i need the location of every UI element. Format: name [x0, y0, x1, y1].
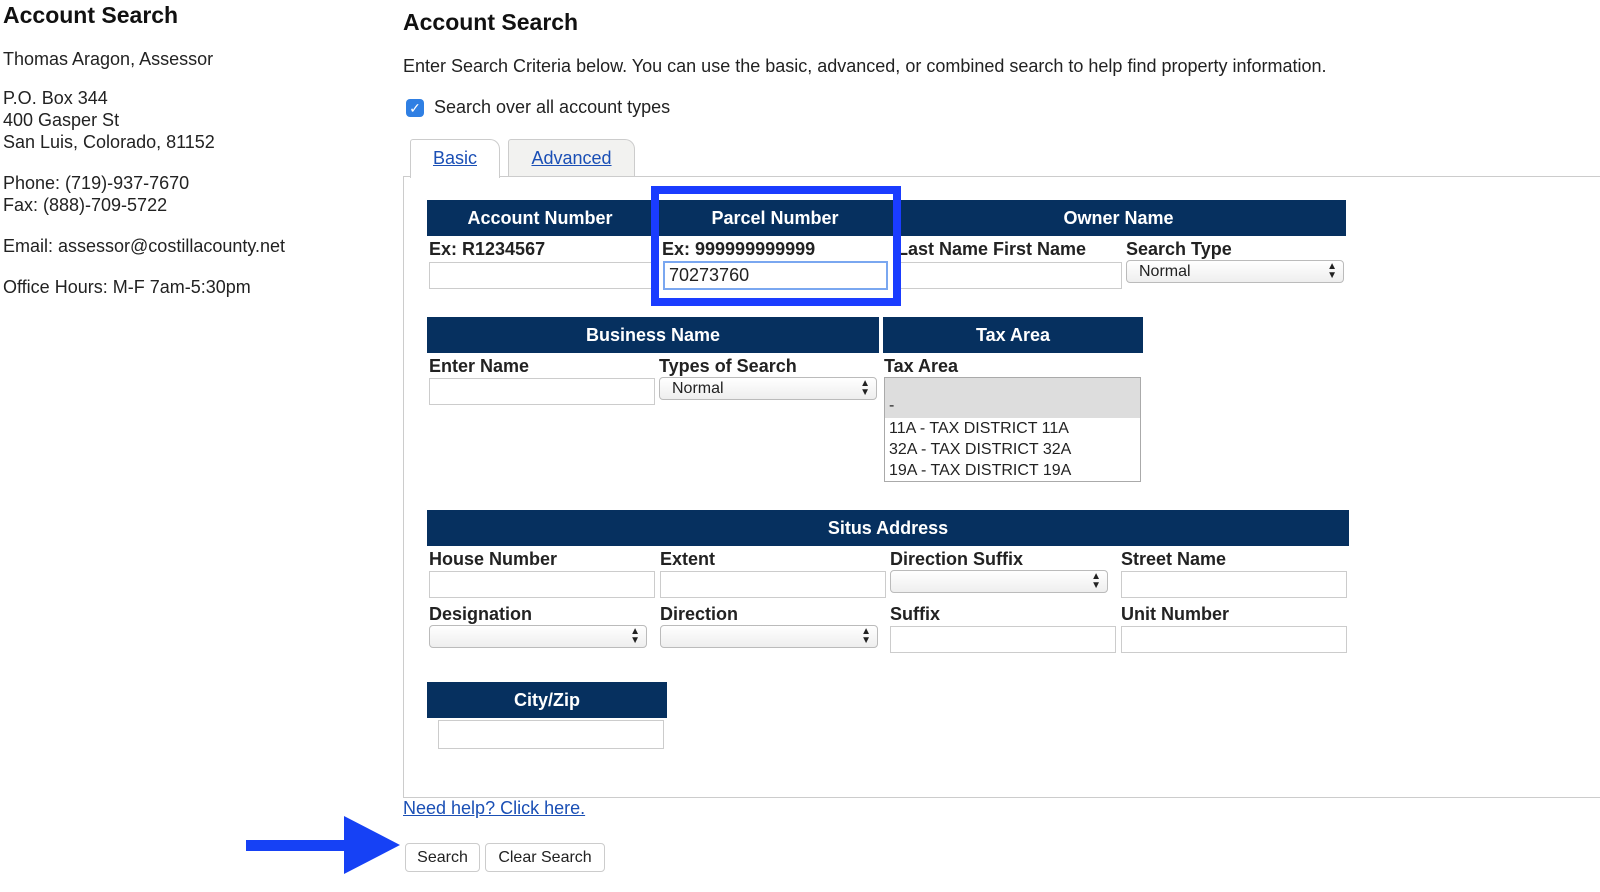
city-zip-input[interactable] — [438, 720, 664, 749]
business-name-input[interactable] — [429, 378, 655, 405]
address-line: San Luis, Colorado, 81152 — [3, 132, 215, 152]
intro-text: Enter Search Criteria below. You can use… — [403, 56, 1327, 76]
account-example: Ex: R1234567 — [429, 239, 546, 259]
email: Email: assessor@costillacounty.net — [3, 236, 286, 256]
chevron-updown-icon: ▲ ▼ — [1091, 571, 1101, 591]
business-name-header: Business Name — [427, 317, 879, 353]
arrow-icon — [246, 816, 400, 874]
phone: Phone: (719)-937-7670 — [3, 173, 190, 193]
tab-advanced[interactable]: Advanced — [508, 139, 635, 177]
highlight-box — [651, 186, 901, 306]
tax-area-option[interactable]: 32A - TAX DISTRICT 32A — [885, 439, 1140, 460]
owner-name-label: Last Name First Name — [897, 239, 1087, 259]
chevron-updown-icon: ▲ ▼ — [630, 626, 640, 646]
types-of-search-value: Normal — [672, 380, 724, 397]
house-number-input[interactable] — [429, 571, 655, 598]
sidebar-title: Account Search — [3, 2, 179, 28]
types-of-search-label: Types of Search — [659, 356, 797, 376]
tax-area-option[interactable]: 11A - TAX DISTRICT 11A — [885, 418, 1140, 439]
business-name-label: Enter Name — [429, 356, 530, 376]
designation-label: Designation — [429, 604, 533, 624]
tax-area-listbox[interactable]: - 11A - TAX DISTRICT 11A 32A - TAX DISTR… — [884, 377, 1141, 482]
search-type-value: Normal — [1139, 263, 1191, 280]
tax-area-header: Tax Area — [883, 317, 1143, 353]
page-title: Account Search — [403, 9, 579, 35]
owner-name-header: Owner Name — [891, 200, 1346, 236]
all-types-label: Search over all account types — [434, 97, 671, 117]
direction-label: Direction — [660, 604, 739, 624]
tab-basic[interactable]: Basic — [410, 139, 500, 178]
chevron-updown-icon: ▲ ▼ — [860, 378, 870, 398]
chevron-updown-icon: ▲ ▼ — [861, 626, 871, 646]
account-number-header: Account Number — [427, 200, 653, 236]
house-number-label: House Number — [429, 549, 558, 569]
direction-suffix-label: Direction Suffix — [890, 549, 1024, 569]
search-type-select[interactable]: Normal ▲ ▼ — [1126, 260, 1344, 283]
office-hours: Office Hours: M-F 7am-5:30pm — [3, 277, 251, 297]
direction-suffix-select[interactable]: ▲ ▼ — [890, 570, 1108, 593]
street-name-input[interactable] — [1121, 571, 1347, 598]
address-line: P.O. Box 344 — [3, 88, 108, 108]
unit-number-input[interactable] — [1121, 626, 1347, 653]
extent-label: Extent — [660, 549, 716, 569]
chevron-updown-icon: ▲ ▼ — [1327, 261, 1337, 281]
clear-search-button[interactable]: Clear Search — [485, 843, 605, 872]
situs-address-header: Situs Address — [427, 510, 1349, 546]
owner-name-input[interactable] — [897, 262, 1122, 289]
tax-area-option[interactable]: - — [885, 378, 1140, 418]
city-zip-header: City/Zip — [427, 682, 667, 718]
help-link[interactable]: Need help? Click here. — [403, 798, 585, 819]
tax-area-label: Tax Area — [884, 356, 959, 376]
fax: Fax: (888)-709-5722 — [3, 195, 168, 215]
designation-select[interactable]: ▲ ▼ — [429, 625, 647, 648]
unit-number-label: Unit Number — [1121, 604, 1229, 624]
search-button[interactable]: Search — [405, 843, 480, 872]
account-number-input[interactable] — [429, 262, 655, 289]
types-of-search-select[interactable]: Normal ▲ ▼ — [659, 377, 877, 400]
suffix-input[interactable] — [890, 626, 1116, 653]
tax-area-option[interactable]: 19A - TAX DISTRICT 19A — [885, 460, 1140, 481]
search-type-label: Search Type — [1126, 239, 1232, 259]
direction-select[interactable]: ▲ ▼ — [660, 625, 878, 648]
extent-input[interactable] — [660, 571, 886, 598]
all-types-checkbox[interactable]: ✓ — [406, 99, 424, 117]
address-line: 400 Gasper St — [3, 110, 120, 130]
street-name-label: Street Name — [1121, 549, 1227, 569]
assessor-name: Thomas Aragon, Assessor — [3, 49, 214, 69]
suffix-label: Suffix — [890, 604, 941, 624]
